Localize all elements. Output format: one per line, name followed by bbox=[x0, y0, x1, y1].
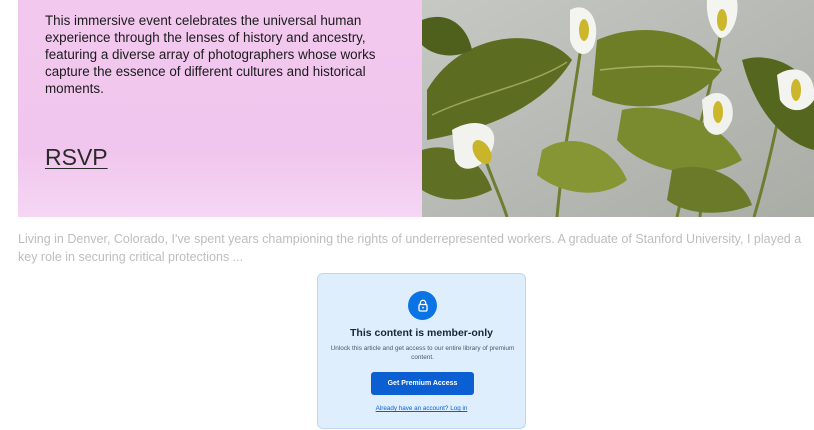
event-hero-panel: This immersive event celebrates the univ… bbox=[18, 0, 422, 217]
lock-icon bbox=[408, 291, 437, 320]
calla-lily-photo bbox=[422, 0, 814, 217]
member-paywall-card: This content is member-only Unlock this … bbox=[317, 273, 526, 429]
rsvp-link[interactable]: RSVP bbox=[45, 144, 108, 171]
paywall-title: This content is member-only bbox=[350, 327, 493, 339]
login-link[interactable]: Already have an account? Log in bbox=[318, 405, 525, 412]
get-premium-access-button[interactable]: Get Premium Access bbox=[371, 372, 474, 395]
event-description: This immersive event celebrates the univ… bbox=[45, 13, 376, 96]
article-teaser: Living in Denver, Colorado, I've spent y… bbox=[18, 232, 802, 264]
hero-image bbox=[422, 0, 814, 217]
paywall-description: Unlock this article and get access to ou… bbox=[330, 345, 515, 361]
